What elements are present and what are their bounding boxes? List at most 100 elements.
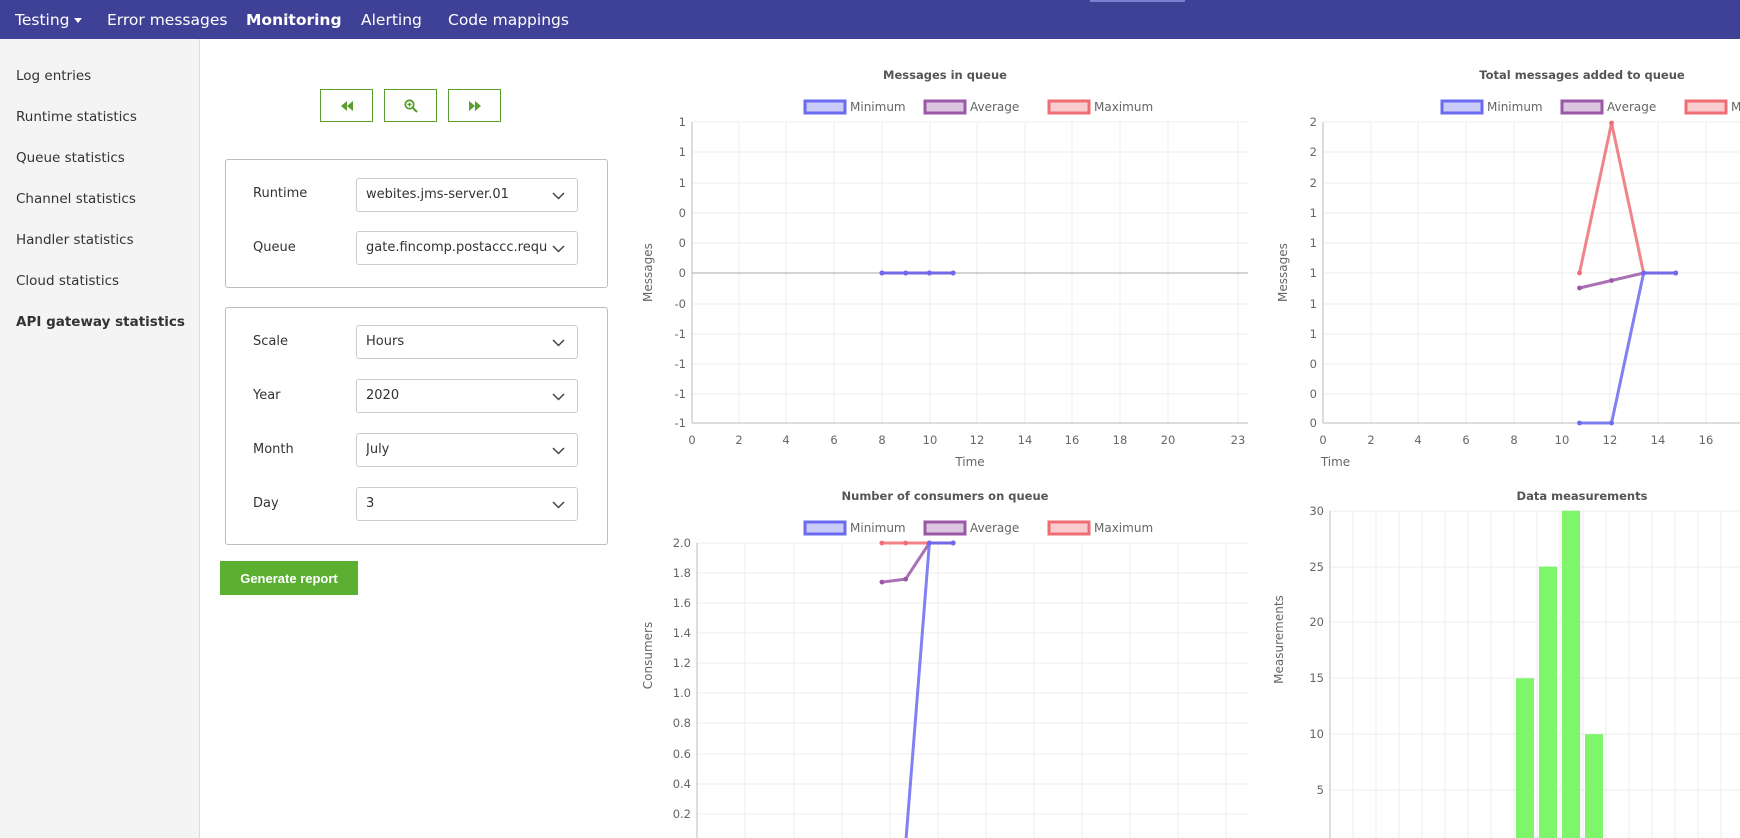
x-tick-label: 14 — [1018, 433, 1033, 447]
y-axis-label: Messages — [641, 243, 655, 302]
y-tick-label: 0 — [679, 236, 686, 250]
data-point-minimum — [950, 540, 956, 546]
bar — [1516, 678, 1534, 838]
legend-swatch — [1684, 99, 1728, 115]
data-point-minimum — [903, 270, 909, 276]
y-tick-label: 1.8 — [673, 566, 691, 580]
x-tick-label: 14 — [1651, 433, 1666, 447]
legend-label: Minimum — [850, 521, 906, 535]
x-axis-label: Time — [1320, 455, 1350, 469]
legend-label: Average — [1607, 100, 1656, 114]
legend-swatch — [803, 520, 847, 536]
y-tick-label: 2 — [1310, 115, 1317, 129]
chart-title: Messages in queue — [883, 68, 1007, 82]
x-tick-label: 6 — [830, 433, 837, 447]
legend-label: Maximum — [1731, 100, 1740, 114]
y-tick-label: 1 — [1310, 327, 1317, 341]
data-point-minimum — [879, 270, 885, 276]
y-tick-label: 20 — [1309, 615, 1324, 629]
chart-title: Number of consumers on queue — [842, 489, 1049, 503]
y-tick-label: -1 — [675, 327, 686, 341]
legend-swatch — [923, 520, 967, 536]
legend-label: Average — [970, 100, 1019, 114]
y-tick-label: 30 — [1309, 504, 1324, 518]
y-tick-label: 0.8 — [673, 716, 691, 730]
legend-swatch — [1440, 99, 1484, 115]
y-tick-label: 1 — [679, 145, 686, 159]
legend-label: Maximum — [1094, 521, 1153, 535]
data-point-minimum — [1577, 420, 1582, 426]
y-tick-label: 1.2 — [673, 656, 691, 670]
y-tick-label: 1.6 — [673, 596, 691, 610]
y-tick-label: 1 — [1310, 236, 1317, 250]
x-tick-label: 12 — [1603, 433, 1618, 447]
y-tick-label: -1 — [675, 387, 686, 401]
x-axis-label: Time — [954, 455, 984, 469]
y-tick-label: 1.4 — [673, 626, 691, 640]
data-point-minimum — [1609, 420, 1614, 426]
legend-label: Average — [970, 521, 1019, 535]
y-tick-label: 1 — [679, 115, 686, 129]
series-line-maximum — [1578, 122, 1676, 275]
y-tick-label: 0 — [1310, 387, 1317, 401]
y-axis-label: Messages — [1276, 243, 1290, 302]
y-tick-label: 25 — [1309, 560, 1324, 574]
charts-area: Messages in queue111000-0-1-1-1-10 2 4 6 8 10… — [641, 68, 1740, 838]
y-tick-label: -0 — [675, 297, 686, 311]
x-tick-label: 16 — [1065, 433, 1080, 447]
data-point-average — [903, 576, 909, 582]
x-tick-label: 4 — [1414, 433, 1421, 447]
x-tick-label: 8 — [878, 433, 885, 447]
x-tick-label: 2 — [735, 433, 742, 447]
y-axis-label: Consumers — [641, 622, 655, 689]
x-tick-label: 20 — [1161, 433, 1176, 447]
y-tick-label: 0 — [1310, 357, 1317, 371]
data-point-average — [1577, 285, 1582, 291]
legend-swatch — [923, 99, 967, 115]
legend-label: Maximum — [1094, 100, 1153, 114]
legend-label: Minimum — [850, 100, 906, 114]
legend-swatch — [1047, 520, 1091, 536]
y-tick-label: -1 — [675, 416, 686, 430]
series-line-average — [881, 541, 954, 584]
y-tick-label: 2 — [1310, 176, 1317, 190]
chart-title: Total messages added to queue — [1479, 68, 1685, 82]
y-tick-label: 0.4 — [673, 777, 691, 791]
x-tick-label: 6 — [1462, 433, 1469, 447]
y-axis-label: Measurements — [1272, 595, 1286, 684]
bar — [1585, 734, 1603, 838]
data-point-minimum — [926, 270, 932, 276]
x-tick-label: 18 — [1113, 433, 1128, 447]
y-tick-label: 1 — [1310, 266, 1317, 280]
y-tick-label: -1 — [675, 357, 686, 371]
y-tick-label: 2 — [1310, 145, 1317, 159]
y-tick-label: 0 — [1310, 416, 1317, 430]
x-tick-label: 0 — [688, 433, 695, 447]
y-tick-label: 5 — [1317, 783, 1324, 797]
data-point-average — [879, 579, 885, 585]
data-point-average — [1609, 278, 1614, 283]
bar — [1539, 566, 1557, 838]
x-tick-label: 4 — [782, 433, 789, 447]
y-tick-label: 0.6 — [673, 747, 691, 761]
legend-swatch — [803, 99, 847, 115]
x-tick-label: 8 — [1510, 433, 1517, 447]
y-tick-label: 0 — [679, 206, 686, 220]
data-point-minimum — [1673, 270, 1679, 276]
bar — [1562, 510, 1580, 838]
y-tick-label: 1 — [1310, 297, 1317, 311]
data-point-minimum — [950, 270, 956, 276]
data-point-minimum — [1641, 270, 1647, 276]
legend-label: Minimum — [1487, 100, 1543, 114]
series-line-minimum — [1579, 271, 1676, 425]
x-tick-label: 23 — [1231, 433, 1246, 447]
data-point-maximum — [1609, 120, 1614, 126]
y-tick-label: 1 — [1310, 206, 1317, 220]
legend-swatch — [1047, 99, 1091, 115]
y-tick-label: 10 — [1309, 727, 1324, 741]
data-point-maximum — [903, 540, 909, 546]
chart-title: Data measurements — [1517, 489, 1648, 503]
data-point-maximum — [879, 540, 885, 546]
series-line-average — [1579, 271, 1676, 290]
y-tick-label: 2.0 — [673, 536, 691, 550]
